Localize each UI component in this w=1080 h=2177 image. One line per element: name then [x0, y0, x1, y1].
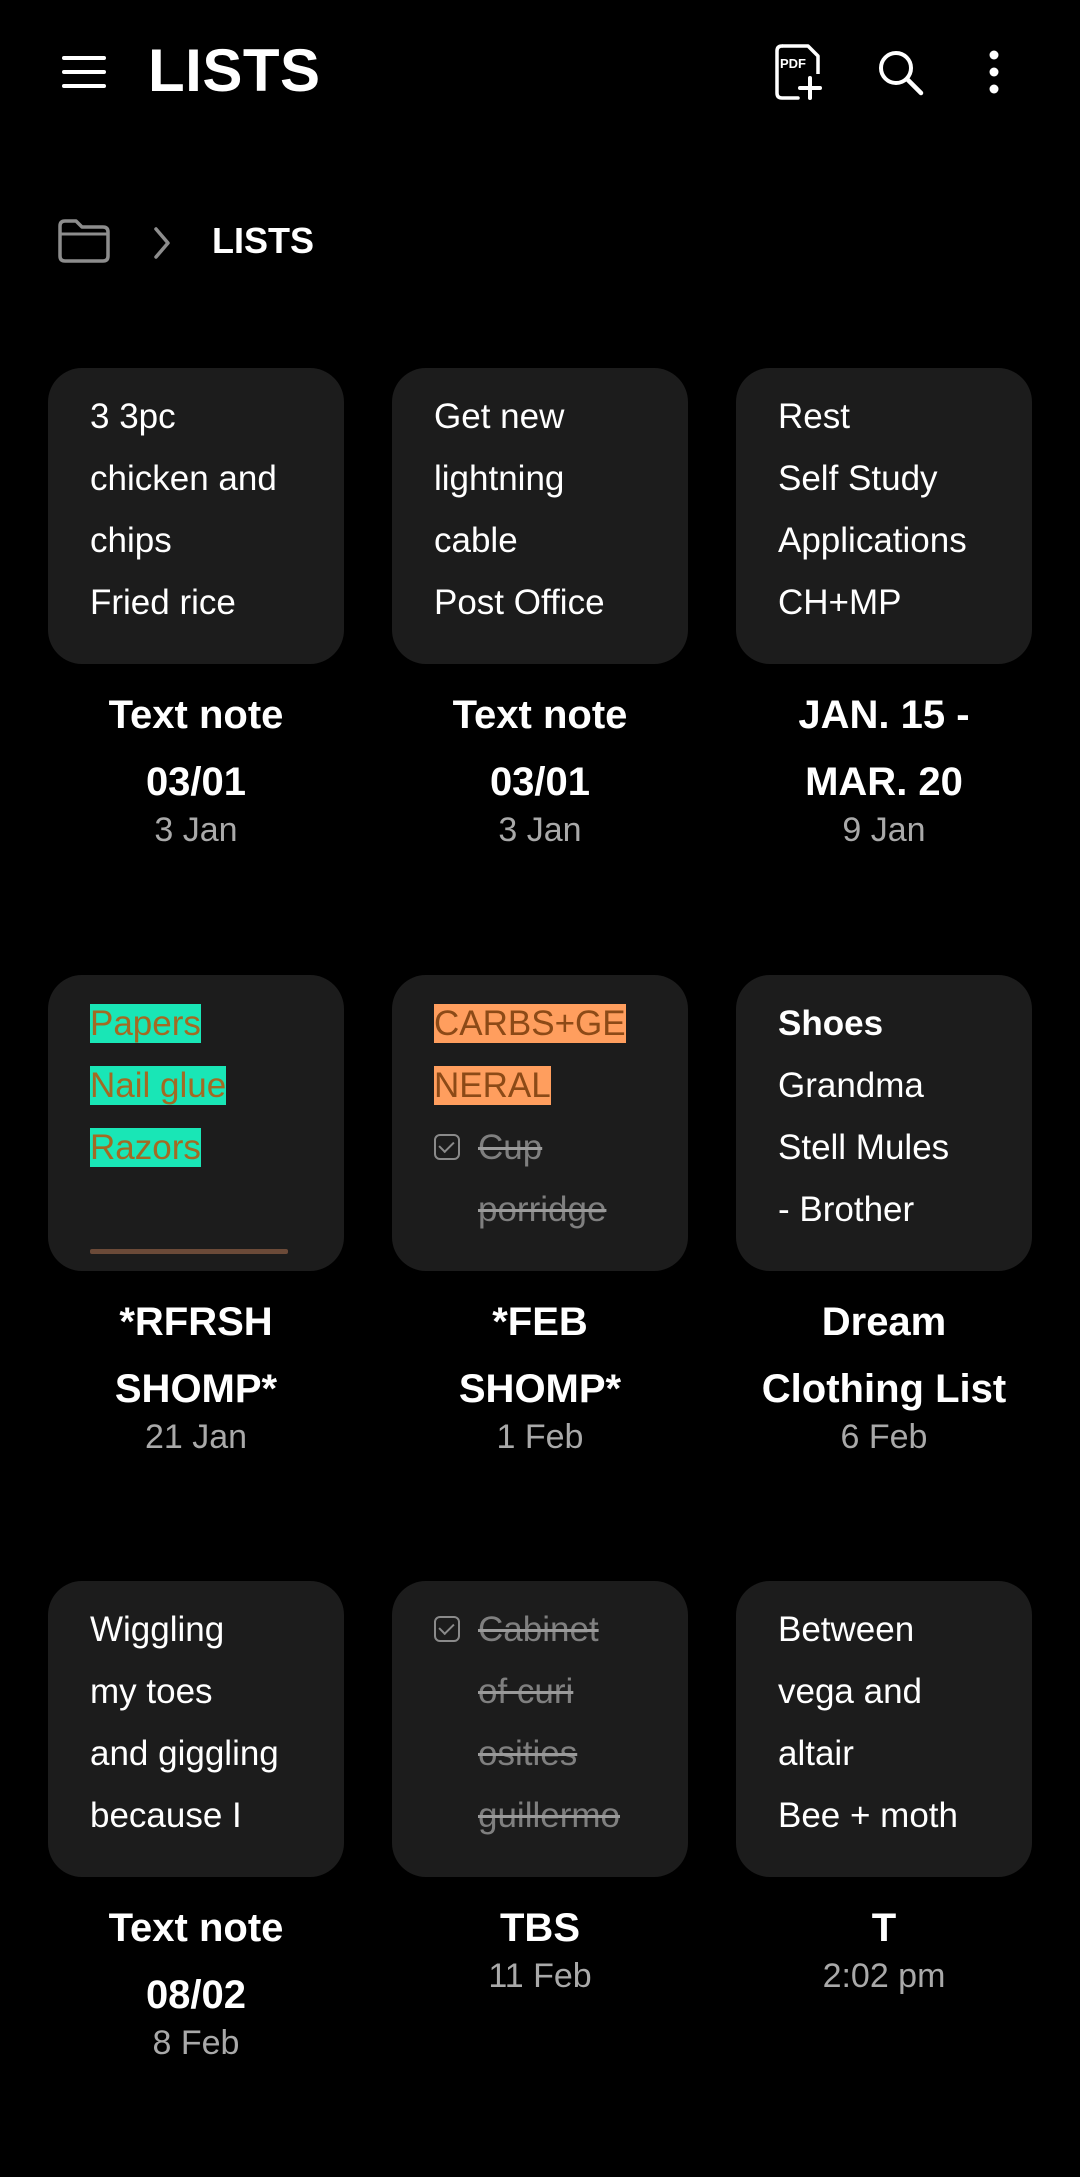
breadcrumb-current[interactable]: LISTS	[212, 220, 314, 262]
note-title: *RFRSH SHOMP*	[114, 1300, 278, 1411]
note-title: TBS	[500, 1906, 580, 1950]
note-title: Text note 03/01	[452, 693, 628, 804]
note-card[interactable]: Get new lightning cable Post Office	[392, 368, 688, 664]
highlighted-text: Razors	[90, 1128, 201, 1167]
note-card[interactable]: Cabinet of curi osities guillermo	[392, 1581, 688, 1877]
svg-text:PDF: PDF	[780, 56, 806, 71]
highlighted-text: Nail glue	[90, 1066, 227, 1105]
highlighted-text: Papers	[90, 1004, 201, 1043]
note-date: 2:02 pm	[822, 1957, 946, 1995]
menu-button[interactable]	[52, 40, 116, 104]
breadcrumb: LISTS	[56, 212, 656, 272]
search-icon	[879, 51, 924, 96]
top-app-bar: LISTS PDF	[0, 0, 1080, 150]
highlighted-text: CARBS+GE	[434, 1004, 626, 1043]
checkbox-checked-icon	[434, 1616, 460, 1642]
more-options-button[interactable]	[962, 40, 1026, 104]
drawn-line	[90, 1249, 288, 1254]
note-title: T	[871, 1906, 897, 1950]
note-date: 9 Jan	[842, 811, 926, 849]
note-item[interactable]: Cabinet of curi osities guillermo TBS 11…	[392, 1581, 688, 1996]
note-item[interactable]: Between vega and altair Bee + moth T 2:0…	[736, 1581, 1032, 1996]
highlighted-text: NERAL	[434, 1066, 551, 1105]
note-item[interactable]: Rest Self Study Applications CH+MP JAN. …	[736, 368, 1032, 850]
note-item[interactable]: Get new lightning cable Post Office Text…	[392, 368, 688, 850]
note-preview: Get new lightning cable Post Office	[434, 397, 605, 622]
note-date: 1 Feb	[496, 1418, 584, 1456]
more-vertical-icon	[989, 50, 999, 94]
chevron-right-icon	[154, 227, 170, 259]
note-date: 8 Feb	[152, 2024, 240, 2062]
search-button[interactable]	[868, 40, 932, 104]
note-title: *FEB SHOMP*	[458, 1300, 622, 1411]
note-date: 11 Feb	[488, 1957, 592, 1995]
page-title: LISTS	[148, 37, 321, 104]
note-card[interactable]: Rest Self Study Applications CH+MP	[736, 368, 1032, 664]
note-date: 21 Jan	[144, 1418, 248, 1456]
checked-item: Cabinet	[434, 1599, 684, 1661]
note-title: Dream Clothing List	[761, 1300, 1007, 1411]
note-item[interactable]: Papers Nail glue Razors *RFRSH SHOMP* 21 …	[48, 975, 344, 1457]
note-preview: 3 3pc chicken and chips Fried rice	[90, 397, 277, 622]
note-title: JAN. 15 - MAR. 20	[798, 693, 970, 804]
checked-item-continued: porridge	[478, 1190, 607, 1229]
note-card[interactable]: Between vega and altair Bee + moth	[736, 1581, 1032, 1877]
note-item[interactable]: Shoes Grandma Stell Mules - Brother Drea…	[736, 975, 1032, 1457]
note-card[interactable]: Wiggling my toes and giggling because I	[48, 1581, 344, 1877]
note-card[interactable]: Papers Nail glue Razors	[48, 975, 344, 1271]
note-item[interactable]: Wiggling my toes and giggling because I …	[48, 1581, 344, 2063]
note-preview: Papers Nail glue Razors	[90, 993, 340, 1179]
note-preview: Shoes Grandma Stell Mules - Brother	[778, 1004, 950, 1229]
note-title: Text note 03/01	[108, 693, 284, 804]
hamburger-menu-icon	[62, 56, 106, 88]
folder-icon[interactable]	[56, 218, 112, 264]
note-card[interactable]: CARBS+GE NERAL Cup porridge	[392, 975, 688, 1271]
note-item[interactable]: CARBS+GE NERAL Cup porridge *FEB SHOMP* 1…	[392, 975, 688, 1457]
note-date: 3 Jan	[498, 811, 582, 849]
pdf-add-icon: PDF	[775, 44, 822, 100]
note-title: Text note 08/02	[108, 1906, 284, 2017]
checked-item: Cup	[434, 1117, 684, 1179]
note-preview: Cabinet of curi osities guillermo	[434, 1599, 684, 1847]
note-card[interactable]: 3 3pc chicken and chips Fried rice	[48, 368, 344, 664]
note-preview: CARBS+GE NERAL Cup porridge	[434, 993, 684, 1241]
note-preview: Wiggling my toes and giggling because I	[90, 1610, 279, 1835]
checkbox-checked-icon	[434, 1134, 460, 1160]
import-pdf-button[interactable]: PDF	[766, 40, 830, 104]
note-item[interactable]: 3 3pc chicken and chips Fried rice Text …	[48, 368, 344, 850]
note-preview: Between vega and altair Bee + moth	[778, 1610, 958, 1835]
note-date: 6 Feb	[840, 1418, 928, 1456]
note-card[interactable]: Shoes Grandma Stell Mules - Brother	[736, 975, 1032, 1271]
note-date: 3 Jan	[154, 811, 238, 849]
note-preview: Rest Self Study Applications CH+MP	[778, 397, 967, 622]
